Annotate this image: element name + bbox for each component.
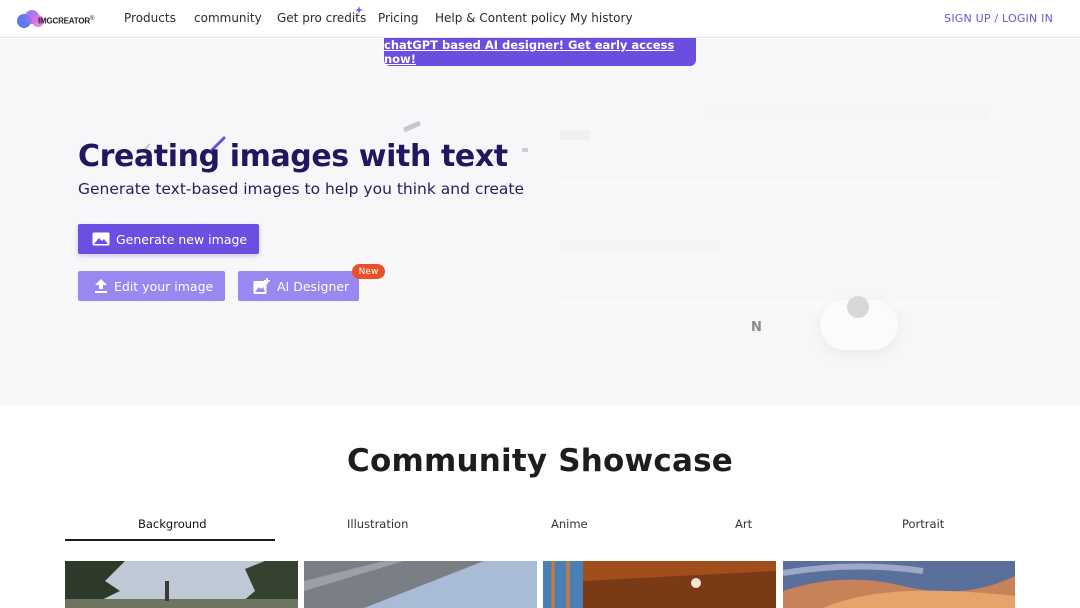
generate-new-image-button[interactable]: Generate new image xyxy=(78,224,259,254)
tab-portrait[interactable]: Portrait xyxy=(902,517,944,531)
edit-your-image-button[interactable]: Edit your image xyxy=(78,271,225,301)
image-icon xyxy=(92,232,110,246)
nav-products[interactable]: Products xyxy=(124,11,176,25)
ai-designer-promo-banner[interactable]: chatGPT based AI designer! Get early acc… xyxy=(384,38,696,66)
ai-designer-label: AI Designer xyxy=(277,278,350,294)
tab-background[interactable]: Background xyxy=(138,517,207,531)
hero-preview-illustration xyxy=(560,100,1000,360)
hero-title: Creating images with text xyxy=(78,139,508,174)
nav-community[interactable]: community xyxy=(194,11,262,25)
showcase-image-building[interactable] xyxy=(304,561,537,608)
tab-illustration[interactable]: Illustration xyxy=(347,517,408,531)
nav-help-content-policy[interactable]: Help & Content policy xyxy=(435,11,566,25)
showcase-image-interior[interactable] xyxy=(543,561,776,608)
logo-wordmark: IMGCREATOR® xyxy=(38,16,95,26)
imgcreator-logo[interactable]: IMGCREATOR® xyxy=(16,7,100,31)
sparkle-icon xyxy=(355,6,363,14)
nav-my-history[interactable]: My history xyxy=(570,11,633,25)
ai-designer-button[interactable]: AI Designer xyxy=(238,271,359,301)
upload-icon xyxy=(95,279,107,293)
tab-art[interactable]: Art xyxy=(735,517,752,531)
preview-letter: N xyxy=(751,320,762,335)
showcase-title: Community Showcase xyxy=(347,443,733,479)
nav-pricing[interactable]: Pricing xyxy=(378,11,418,25)
tab-anime[interactable]: Anime xyxy=(551,517,588,531)
new-badge: New xyxy=(352,264,385,279)
preview-toggle-knob xyxy=(847,296,869,318)
top-navigation-bar: IMGCREATOR® Products community Get pro c… xyxy=(0,0,1080,38)
active-tab-indicator xyxy=(65,539,275,541)
hero-subtitle: Generate text-based images to help you t… xyxy=(78,180,525,198)
showcase-image-trees[interactable] xyxy=(65,561,298,608)
showcase-image-sunset-sky[interactable] xyxy=(783,561,1015,608)
nav-get-pro-credits[interactable]: Get pro credits xyxy=(277,11,366,25)
generate-new-image-label: Generate new image xyxy=(116,231,248,247)
signup-login-link[interactable]: SIGN UP / LOGIN IN xyxy=(944,12,1053,25)
add-image-icon xyxy=(253,277,270,294)
edit-your-image-label: Edit your image xyxy=(114,278,214,294)
